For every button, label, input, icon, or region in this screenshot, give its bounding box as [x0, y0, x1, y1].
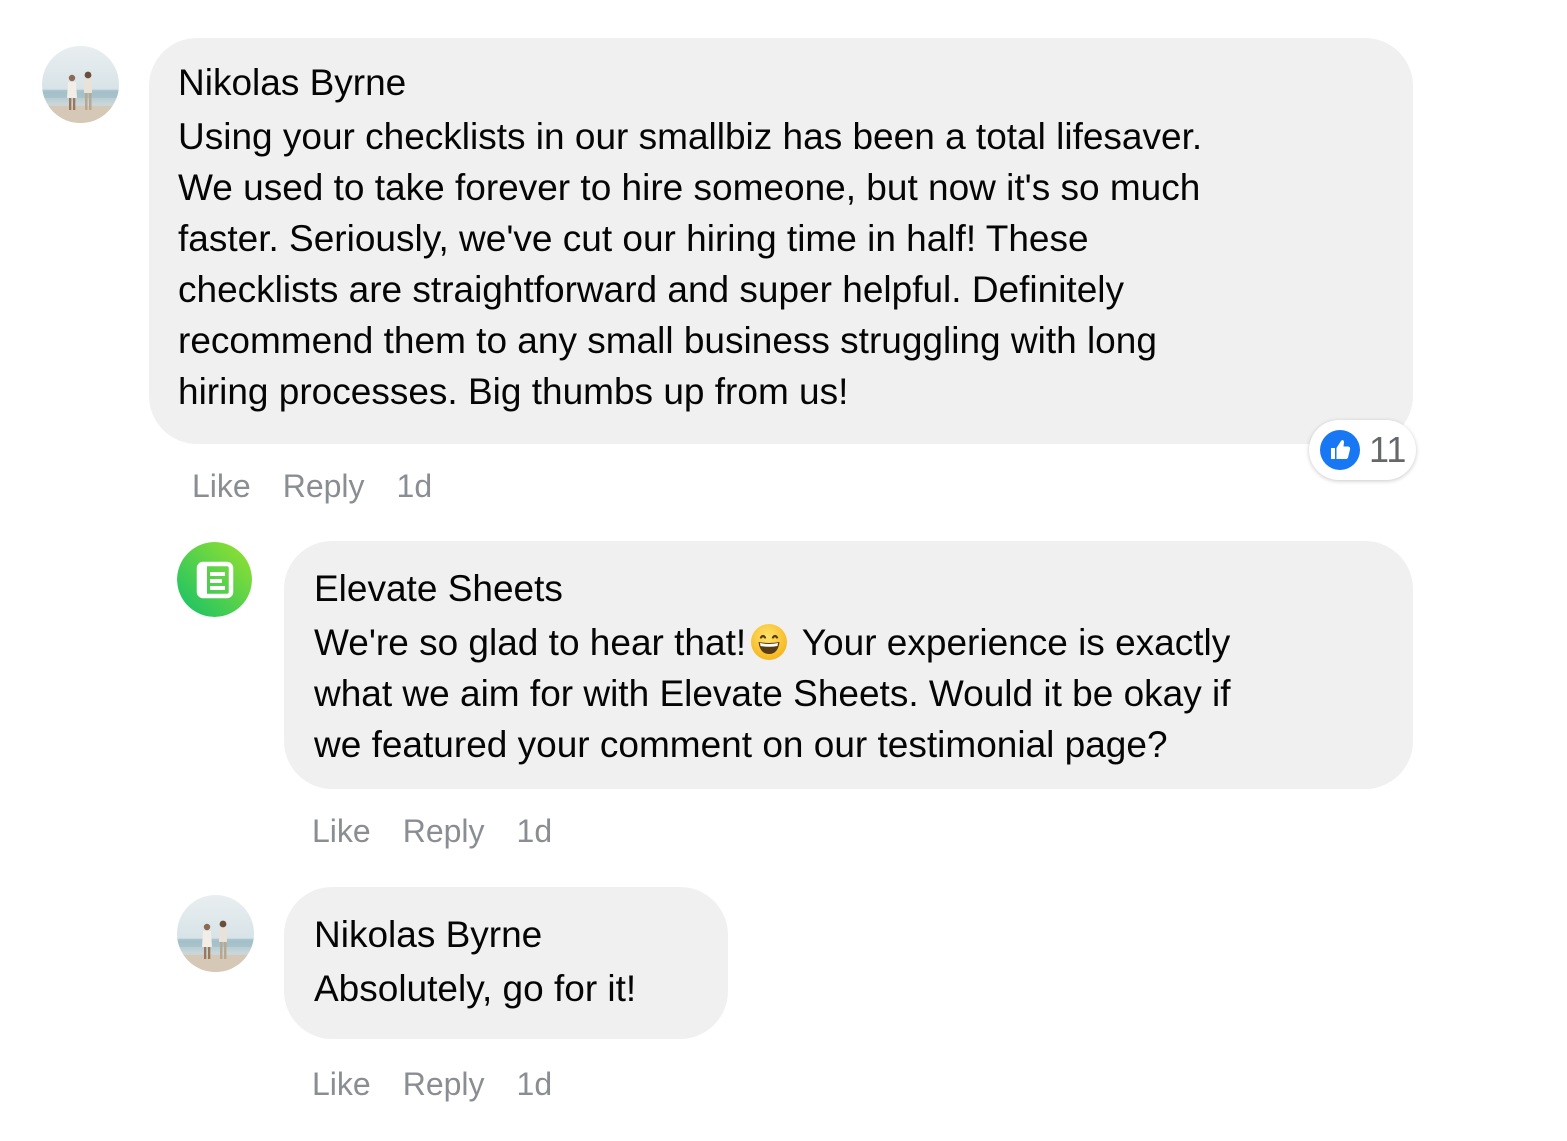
comment-actions: Like Reply 1d — [312, 811, 552, 851]
grinning-face-emoji-icon — [751, 624, 788, 660]
like-button[interactable]: Like — [312, 1064, 371, 1104]
comment-text: We're so glad to hear that! Your experie… — [314, 617, 1383, 770]
elevate-sheets-logo-icon — [177, 542, 252, 617]
comment-actions: Like Reply 1d — [192, 466, 432, 506]
comment-text-part: We're so glad to hear that! — [314, 622, 747, 663]
reaction-count: 11 — [1369, 429, 1407, 470]
comment-text: Using your checklists in our smallbiz ha… — [178, 116, 1203, 412]
beach-photo-icon — [42, 46, 119, 123]
thumbs-up-icon — [1320, 430, 1360, 470]
like-button[interactable]: Like — [312, 811, 371, 851]
like-button[interactable]: Like — [192, 466, 251, 506]
avatar[interactable] — [42, 46, 119, 123]
comment-bubble: Nikolas Byrne Using your checklists in o… — [149, 38, 1413, 444]
reply-button[interactable]: Reply — [403, 1064, 485, 1104]
comment-bubble: Nikolas Byrne Absolutely, go for it! — [284, 887, 728, 1039]
comment-author[interactable]: Nikolas Byrne — [314, 912, 698, 958]
avatar[interactable] — [177, 542, 252, 617]
beach-photo-icon — [177, 895, 254, 972]
timestamp[interactable]: 1d — [397, 466, 433, 506]
comment-bubble: Elevate Sheets We're so glad to hear tha… — [284, 541, 1413, 789]
reaction-summary[interactable]: 11 — [1309, 420, 1417, 480]
timestamp[interactable]: 1d — [517, 811, 553, 851]
timestamp[interactable]: 1d — [517, 1064, 553, 1104]
reply-button[interactable]: Reply — [283, 466, 365, 506]
comment-author[interactable]: Nikolas Byrne — [178, 60, 1383, 106]
comment-actions: Like Reply 1d — [312, 1064, 552, 1104]
comment-text: Absolutely, go for it! — [314, 968, 637, 1009]
avatar[interactable] — [177, 895, 254, 972]
comment-author[interactable]: Elevate Sheets — [314, 566, 1383, 612]
reply-button[interactable]: Reply — [403, 811, 485, 851]
